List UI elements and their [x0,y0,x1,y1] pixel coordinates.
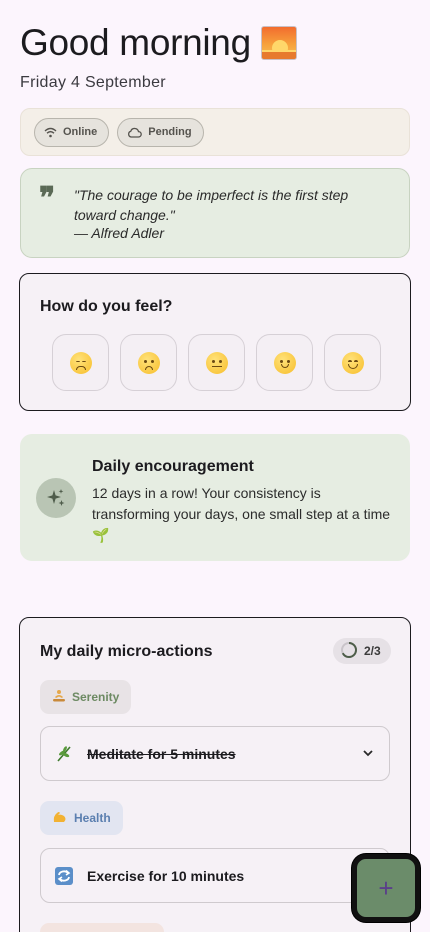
micro-action-label: Meditate for 5 minutes [87,745,236,762]
cloud-icon [127,127,143,138]
sparkles-icon [36,478,76,518]
online-chip[interactable]: Online [34,117,110,147]
micro-action-label: Exercise for 10 minutes [87,867,245,884]
category-tag [40,923,164,932]
happy-face-icon [341,351,364,374]
pending-label: Pending [148,126,192,138]
mood-sad-button[interactable] [120,334,177,391]
micro-action-item[interactable]: Exercise for 10 minutes [40,848,390,903]
category-health-label: Health [74,811,111,825]
micro-actions-title: My daily micro-actions [40,643,213,660]
status-bar: Online Pending [20,108,410,156]
flexed-biceps-icon [52,810,68,827]
neutral-face-icon [205,351,228,374]
progress-ring-icon [340,641,358,662]
sunrise-emoji-icon [260,26,297,60]
category-serenity-label: Serenity [72,690,120,704]
encouragement-card: Daily encouragement 12 days in a row! Yo… [20,434,410,561]
very-sad-face-icon [69,351,92,374]
add-action-button[interactable]: + [352,854,420,922]
home-screen: Good morning Friday 4 September Online P… [0,0,430,932]
progress-label: 2/3 [364,644,381,658]
category-health: Health [40,801,123,835]
mood-slight-smile-button[interactable] [256,334,313,391]
greeting-text: Good morning [20,22,251,63]
mood-very-sad-button[interactable] [52,334,109,391]
encouragement-text: 12 days in a row! Your consistency is tr… [92,485,391,543]
repeat-icon [53,865,75,887]
herb-icon [53,743,75,765]
quote-icon: ❞ [39,181,56,216]
greeting-heading: Good morning [20,22,297,64]
date-label: Friday 4 September [20,74,166,91]
wifi-icon [44,127,57,138]
quote-author: — Alfred Adler [74,225,164,241]
online-label: Online [63,126,98,138]
micro-action-item[interactable]: Meditate for 5 minutes [40,726,390,781]
slight-smile-face-icon [273,351,296,374]
category-serenity: Serenity [40,680,132,714]
pending-chip[interactable]: Pending [117,117,204,147]
plus-icon: + [378,873,394,903]
encouragement-title: Daily encouragement [92,458,254,475]
mood-card: How do you feel? [19,273,411,411]
sad-face-icon [137,351,160,374]
chevron-down-icon[interactable] [361,746,375,763]
mood-neutral-button[interactable] [188,334,245,391]
mood-happy-button[interactable] [324,334,381,391]
mood-options [52,334,381,391]
progress-badge: 2/3 [333,638,391,664]
quote-card: ❞ "The courage to be imperfect is the fi… [20,168,410,258]
person-meditating-icon [52,689,66,706]
quote-text: "The courage to be imperfect is the firs… [74,187,349,223]
mood-title: How do you feel? [40,298,173,315]
